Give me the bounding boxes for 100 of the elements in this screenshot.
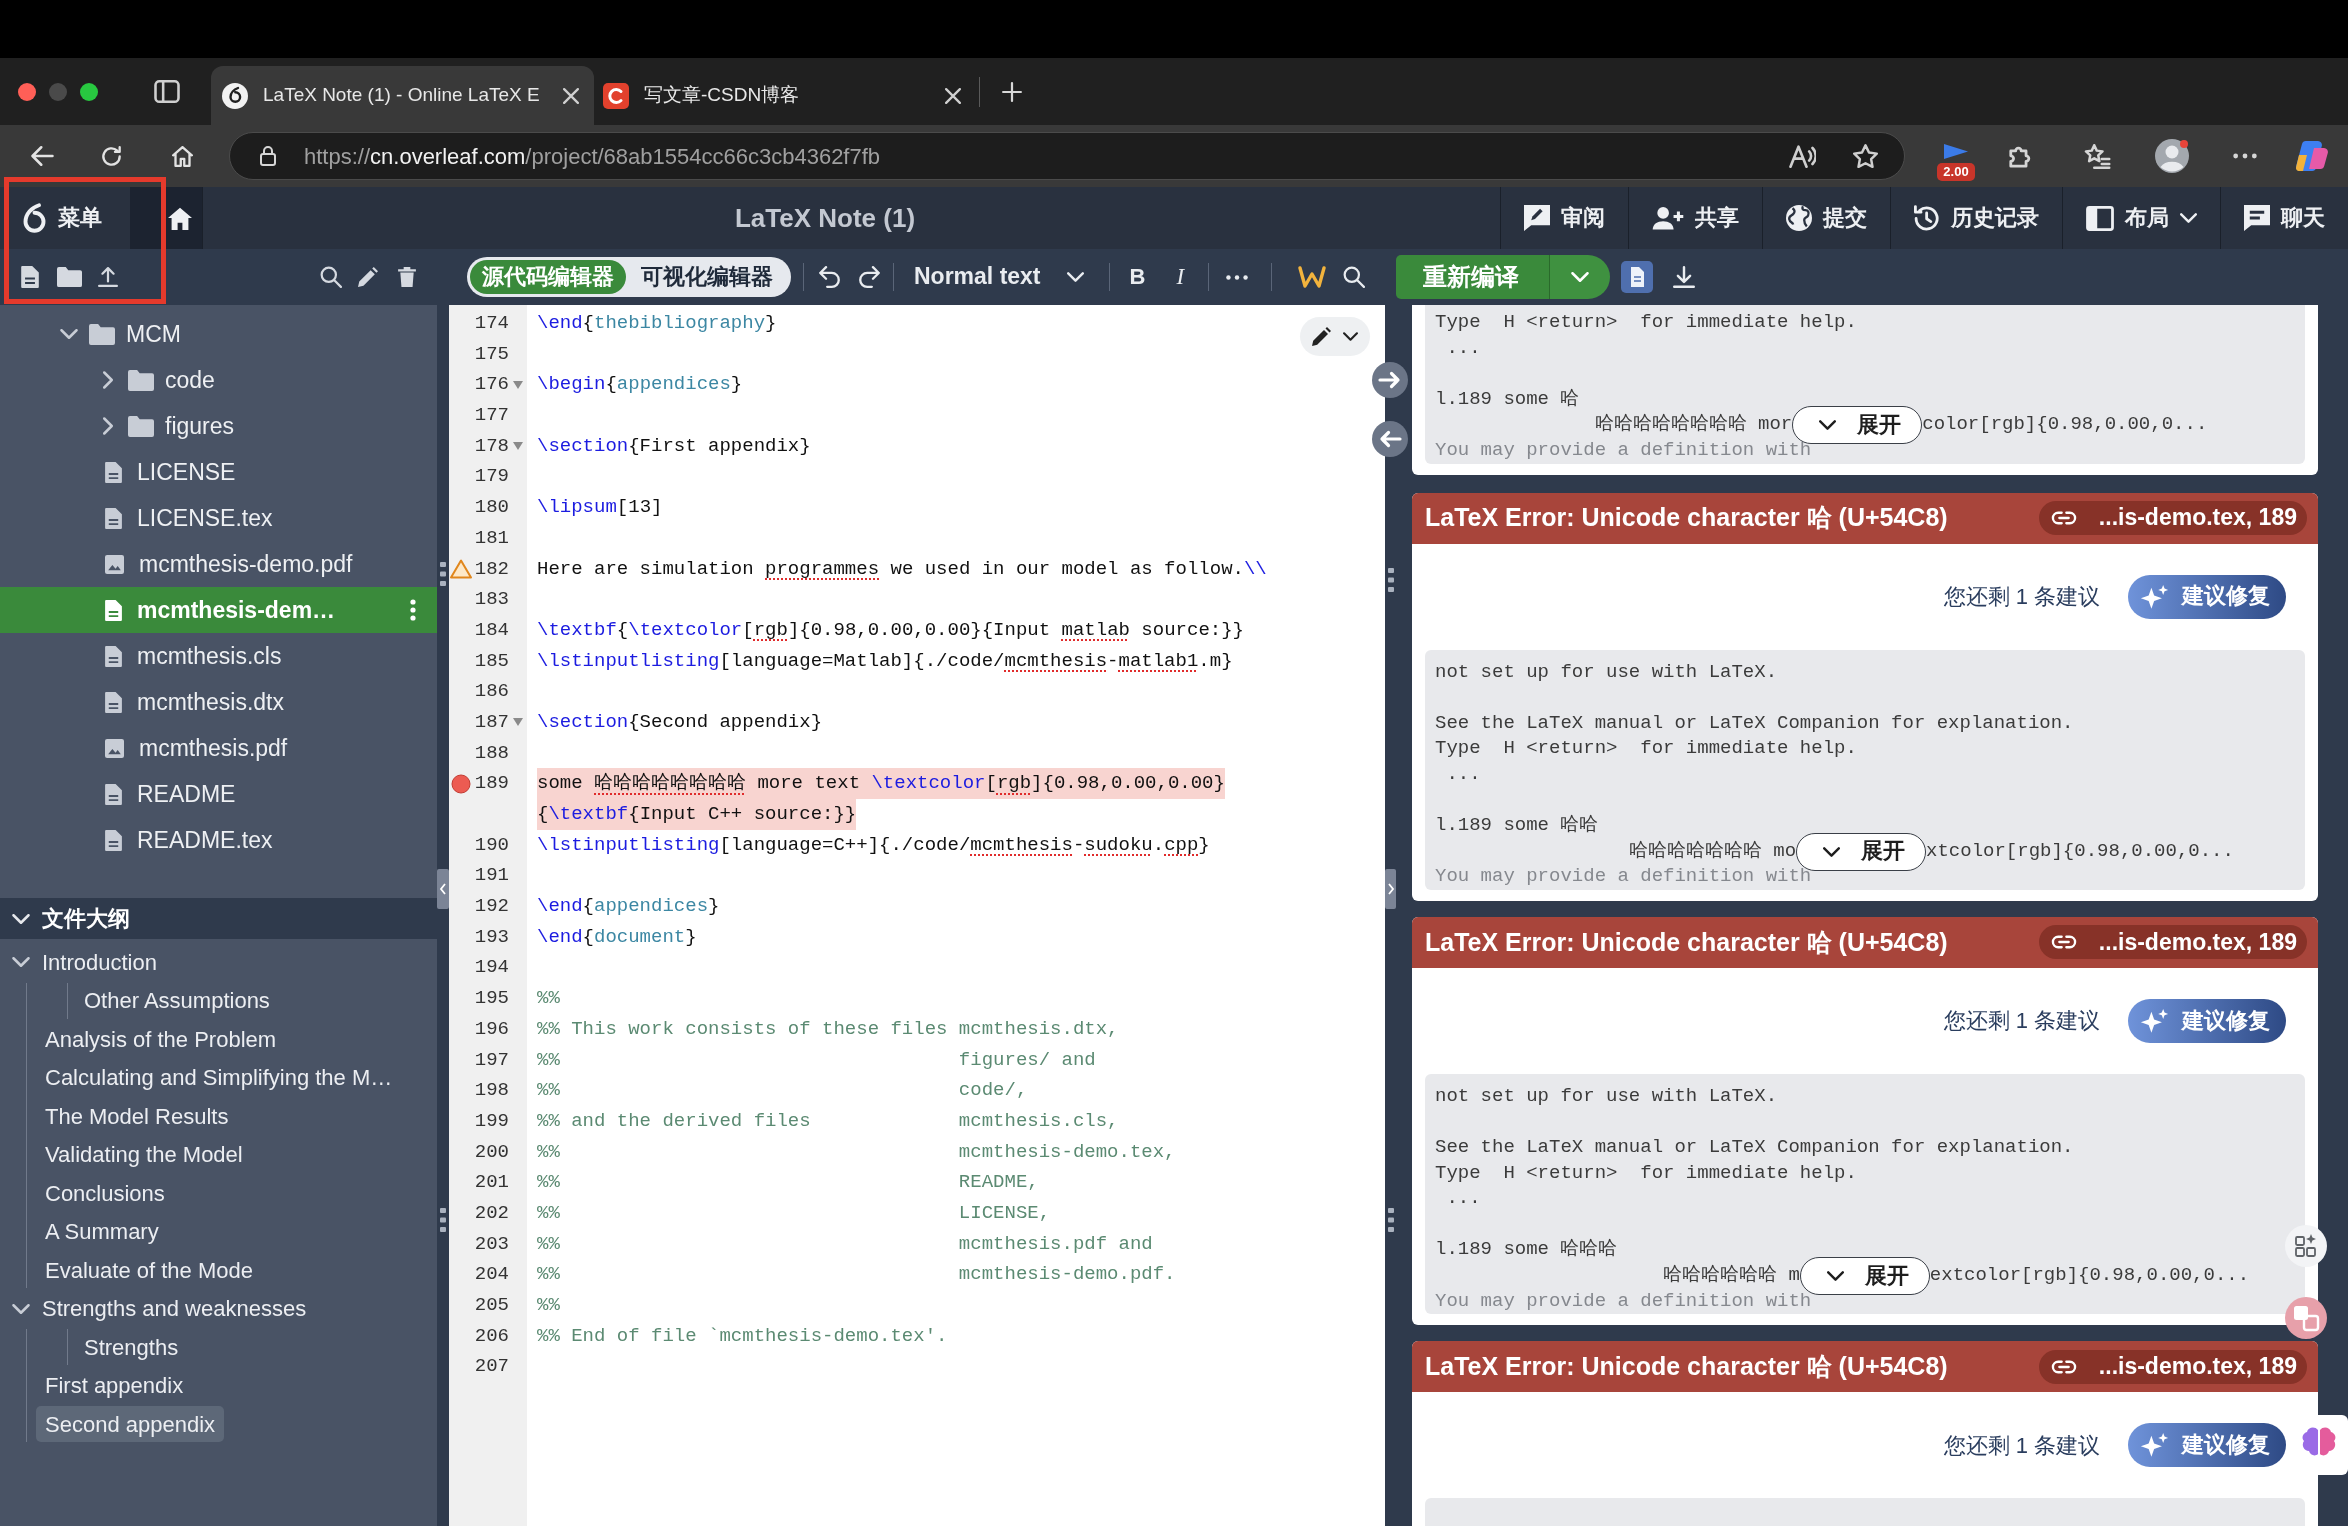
suggest-fix-button[interactable]: 建议修复 — [2128, 574, 2286, 619]
upload-icon[interactable] — [98, 267, 118, 287]
more-icon[interactable] — [2233, 153, 2257, 159]
address-field[interactable]: https://cn.overleaf.com/project/68ab1554cc66c3cb4362f7fb — [229, 132, 1905, 180]
browser-tab[interactable]: 写文章-CSDN博客 — [594, 66, 974, 125]
outline-item[interactable]: Validating the Model — [36, 1136, 252, 1173]
trash-icon[interactable] — [398, 267, 416, 287]
outline-item[interactable]: Evaluate of the Mode — [36, 1252, 262, 1288]
new-file-icon[interactable] — [21, 266, 39, 288]
line-number: 203 — [473, 1231, 509, 1257]
new-tab-icon[interactable] — [1002, 81, 1022, 102]
outline-item[interactable]: Other Assumptions — [75, 982, 279, 1019]
fold-arrow-icon[interactable] — [513, 718, 523, 727]
home-icon[interactable] — [172, 145, 193, 167]
outline-item[interactable]: Calculating and Simplifying the M… — [36, 1059, 402, 1096]
file-tree-item[interactable]: mcmthesis.pdf — [0, 725, 437, 771]
error-location-link[interactable]: ...is-demo.tex, 189 — [2038, 925, 2307, 960]
outline-header[interactable]: 文件大纲 — [0, 898, 437, 939]
outline-item[interactable]: Strengths and weaknesses — [0, 1290, 316, 1327]
outline-item[interactable]: The Model Results — [36, 1098, 238, 1134]
avatar-icon[interactable] — [2154, 138, 2190, 174]
drag-handle-icon[interactable] — [440, 562, 446, 586]
more-icon[interactable] — [1226, 274, 1249, 280]
file-tree-item[interactable]: mcmthesis.dtx — [0, 679, 437, 725]
close-window-icon[interactable] — [18, 82, 36, 101]
kebab-menu-icon[interactable] — [410, 599, 416, 621]
file-tree-item[interactable]: README — [0, 771, 437, 817]
translate-icon[interactable] — [2285, 1297, 2327, 1339]
drag-handle-icon[interactable] — [1387, 568, 1394, 592]
outline-item[interactable]: Second appendix — [36, 1406, 225, 1442]
new-folder-icon[interactable] — [57, 267, 82, 287]
log-text: 哈哈哈哈哈哈 m — [1663, 1263, 1800, 1289]
line-number: 184 — [473, 617, 509, 643]
search-icon[interactable] — [1343, 266, 1366, 288]
close-icon[interactable] — [563, 87, 579, 104]
collapse-tab-icon[interactable] — [1385, 869, 1396, 909]
code-line: %% README, — [537, 1170, 1039, 1196]
outline-item[interactable]: Conclusions — [36, 1175, 174, 1211]
folder-tree-item[interactable]: code — [0, 357, 437, 403]
folder-tree-item[interactable]: MCM — [0, 311, 437, 357]
code-line: %% and the derived files mcmthesis.cls, — [537, 1108, 1119, 1134]
error-location-link[interactable]: ...is-demo.tex, 189 — [2038, 501, 2307, 536]
fold-arrow-icon[interactable] — [513, 380, 523, 389]
reload-icon[interactable] — [101, 145, 122, 167]
star-icon[interactable] — [1853, 144, 1878, 168]
suggest-fix-button[interactable]: 建议修复 — [2128, 998, 2286, 1043]
file-tree-item[interactable]: LICENSE — [0, 449, 437, 495]
line-number: 192 — [473, 894, 509, 920]
file-tree-item[interactable]: mcmthesis-dem… — [0, 587, 437, 633]
outline-item[interactable]: Introduction — [0, 944, 166, 980]
recompile-options-button[interactable] — [1549, 255, 1610, 299]
file-tree-item[interactable]: mcmthesis-demo.pdf — [0, 541, 437, 587]
outline-item[interactable]: First appendix — [36, 1367, 193, 1404]
outline-item[interactable]: Analysis of the Problem — [36, 1021, 286, 1057]
recompile-button[interactable]: 重新编译 — [1396, 255, 1549, 299]
error-location-link[interactable]: ...is-demo.tex, 189 — [2038, 1349, 2307, 1384]
play-icon[interactable] — [1943, 143, 1969, 160]
undo-icon[interactable] — [819, 266, 840, 288]
document-icon[interactable] — [1621, 261, 1653, 293]
file-tree-item[interactable]: LICENSE.tex — [0, 495, 437, 541]
log-text: color[rgb]{0.98,0.00,0... — [1922, 412, 2208, 438]
drag-handle-icon[interactable] — [1387, 1208, 1394, 1232]
zigzag-logo-icon[interactable] — [1298, 265, 1327, 289]
redo-icon[interactable] — [859, 266, 880, 288]
download-icon[interactable] — [1673, 266, 1695, 288]
app-icon[interactable] — [2295, 139, 2329, 173]
pencil-icon[interactable] — [358, 267, 378, 287]
edit-mode-menu[interactable] — [1300, 317, 1370, 356]
folder-tree-item[interactable]: figures — [0, 403, 437, 449]
file-tree-item[interactable]: mcmthesis.cls — [0, 633, 437, 679]
arrow-right-icon[interactable] — [1372, 362, 1408, 398]
favorites-icon[interactable] — [2084, 143, 2112, 169]
editor-mode-tab[interactable]: 可视化编辑器 — [626, 260, 788, 294]
drag-handle-icon[interactable] — [440, 1208, 446, 1232]
collapse-tab-icon[interactable] — [437, 869, 449, 909]
line-number: 175 — [473, 341, 509, 367]
lock-icon[interactable] — [260, 146, 276, 166]
bold-button[interactable]: B — [1129, 263, 1146, 291]
editor-mode-tab[interactable]: 源代码编辑器 — [470, 260, 626, 294]
menu-button[interactable]: 菜单 — [0, 187, 130, 249]
read-aloud-icon[interactable] — [1789, 144, 1816, 168]
fold-arrow-icon[interactable] — [513, 442, 523, 451]
browser-tab[interactable]: LaTeX Note (1) - Online LaTeX E — [211, 66, 594, 125]
text-style-dropdown[interactable]: Normal text — [914, 263, 1084, 291]
italic-button[interactable]: I — [1176, 263, 1185, 291]
maximize-window-icon[interactable] — [80, 82, 98, 101]
file-tree-item[interactable]: README.tex — [0, 817, 437, 863]
arrow-left-icon[interactable] — [1372, 421, 1408, 457]
file-icon — [105, 691, 122, 713]
back-icon[interactable] — [31, 146, 54, 166]
home-button[interactable] — [130, 187, 202, 249]
close-icon[interactable] — [945, 87, 961, 104]
suggest-fix-button[interactable]: 建议修复 — [2128, 1423, 2286, 1468]
outline-item[interactable]: A Summary — [36, 1213, 168, 1250]
search-icon[interactable] — [320, 266, 342, 288]
code-line: %% mcmthesis.pdf and — [537, 1231, 1153, 1257]
outline-item[interactable]: Strengths — [75, 1329, 188, 1365]
grid-sparkle-icon[interactable] — [2285, 1225, 2327, 1267]
sidebar-panel-icon[interactable] — [154, 80, 180, 103]
error-dot-icon[interactable] — [451, 773, 471, 794]
